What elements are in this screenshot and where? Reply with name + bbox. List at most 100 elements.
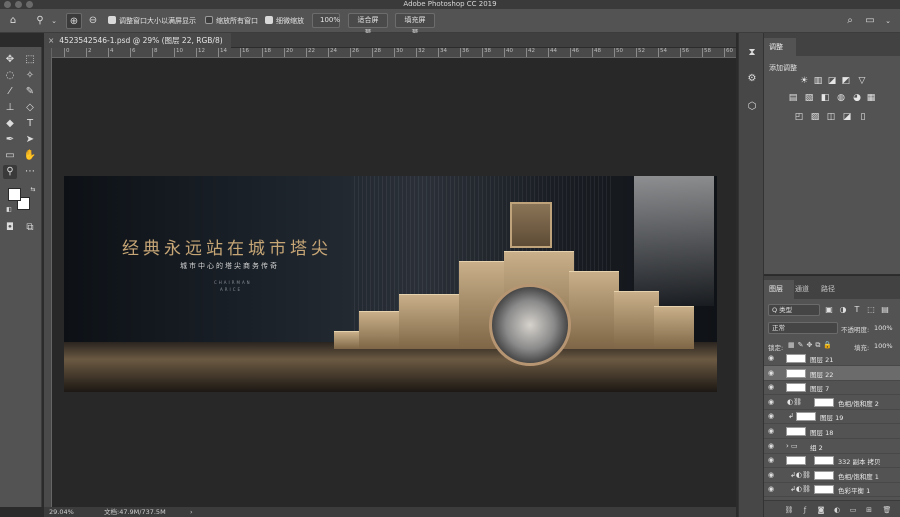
visibility-eye-icon[interactable]: ◉ xyxy=(768,383,774,391)
link-layers-icon[interactable]: ⛓ xyxy=(784,505,794,515)
layer-row[interactable]: ◉ 332 副本 拷贝 xyxy=(764,453,900,469)
adjustment-type-icon[interactable]: ▨ xyxy=(810,112,820,122)
new-layer-icon[interactable]: ⊞ xyxy=(864,505,874,515)
3d-panel-icon[interactable]: ⬡ xyxy=(744,99,760,115)
zoom-level[interactable]: 29.04% xyxy=(49,507,74,517)
filter-type-icon[interactable]: T xyxy=(852,305,862,315)
adjustment-type-icon[interactable]: ◕ xyxy=(852,93,862,103)
adjustment-type-icon[interactable]: ◪ xyxy=(827,76,837,86)
magic-wand-tool-icon[interactable]: ✧ xyxy=(23,69,37,83)
layer-name[interactable]: 图层 19 xyxy=(820,412,843,422)
history-panel-icon[interactable]: ⧗ xyxy=(744,45,760,61)
layer-row[interactable]: ◉ › ▭ 组 2 xyxy=(764,439,900,454)
adjustment-type-icon[interactable]: ▽ xyxy=(857,76,867,86)
default-colors-icon[interactable]: ◧ xyxy=(2,203,16,217)
filter-shape-icon[interactable]: ⬚ xyxy=(866,305,876,315)
lasso-tool-icon[interactable]: ◌ xyxy=(3,69,17,83)
layer-name[interactable]: 图层 21 xyxy=(810,354,833,364)
layer-thumbnail[interactable] xyxy=(796,412,816,422)
adjustment-type-icon[interactable]: ▤ xyxy=(788,93,798,103)
blend-mode-select[interactable]: 正常 xyxy=(768,322,838,334)
visibility-eye-icon[interactable]: ◉ xyxy=(768,456,774,464)
layer-thumbnail[interactable] xyxy=(786,368,806,378)
opacity-input[interactable]: 100% xyxy=(874,324,893,332)
filter-pixel-icon[interactable]: ▣ xyxy=(824,305,834,315)
visibility-eye-icon[interactable]: ◉ xyxy=(768,442,774,450)
layer-row[interactable]: ◉ ◐⛓ 色相/饱和度 2 xyxy=(764,395,900,410)
eraser-tool-icon[interactable]: ◇ xyxy=(23,101,37,115)
layer-mask-thumbnail[interactable] xyxy=(814,485,834,495)
adjustment-type-icon[interactable]: ☀ xyxy=(799,76,809,86)
artwork-banner[interactable]: 经典永远站在城市塔尖 城市中心的塔尖商务传奇 CHAIRMAN ARICE xyxy=(64,176,717,392)
close-tab-icon[interactable]: × xyxy=(48,36,54,45)
move-tool-icon[interactable]: ✥ xyxy=(3,53,17,67)
zoom-100-button[interactable]: 100% xyxy=(312,13,340,28)
screen-mode-icon[interactable]: ⧉ xyxy=(23,221,37,235)
home-icon[interactable]: ⌂ xyxy=(5,13,21,29)
status-menu-arrow[interactable]: › xyxy=(190,507,193,517)
adjustment-type-icon[interactable]: ▦ xyxy=(866,93,876,103)
document-tab[interactable]: × 4523542546-1.psd @ 29% (图层 22, RGB/8) xyxy=(44,33,231,48)
adjustment-type-icon[interactable]: ◍ xyxy=(836,93,846,103)
layer-row[interactable]: ◉ ↲◐⛓ 色彩平衡 1 xyxy=(764,482,900,498)
type-tool-icon[interactable]: T xyxy=(23,117,37,131)
adjustment-type-icon[interactable]: ▥ xyxy=(813,76,823,86)
pen-tool-icon[interactable]: ✒ xyxy=(3,133,17,147)
layer-mask-thumbnail[interactable] xyxy=(814,470,834,480)
visibility-eye-icon[interactable]: ◉ xyxy=(768,398,774,406)
layer-thumbnail[interactable] xyxy=(786,383,806,393)
adjustment-type-icon[interactable]: ◩ xyxy=(841,76,851,86)
zoom-all-windows-checkbox[interactable] xyxy=(205,16,213,24)
tab-adjustments[interactable]: 调整 xyxy=(769,42,783,52)
marquee-tool-icon[interactable]: ⬚ xyxy=(23,53,37,67)
visibility-eye-icon[interactable]: ◉ xyxy=(768,471,774,479)
path-select-tool-icon[interactable]: ➤ xyxy=(23,133,37,147)
adjustment-type-icon[interactable]: ▧ xyxy=(804,93,814,103)
layer-row[interactable]: ◉ 图层 21 xyxy=(764,351,900,366)
paint-bucket-tool-icon[interactable]: ◆ xyxy=(3,117,17,131)
layer-thumbnail[interactable] xyxy=(786,354,806,363)
resize-windows-checkbox[interactable] xyxy=(108,16,116,24)
layer-style-icon[interactable]: ƒ xyxy=(800,505,810,515)
shape-tool-icon[interactable]: ▭ xyxy=(3,149,17,163)
layer-filter-select[interactable]: Q 类型 xyxy=(768,304,820,316)
delete-layer-icon[interactable]: 🗑 xyxy=(882,505,892,515)
stamp-tool-icon[interactable]: ⊥ xyxy=(3,101,17,115)
tab-layers[interactable]: 图层 xyxy=(769,284,783,294)
search-icon[interactable]: ⌕ xyxy=(842,13,858,29)
adjustment-type-icon[interactable]: ◫ xyxy=(826,112,836,122)
visibility-eye-icon[interactable]: ◉ xyxy=(768,427,774,435)
new-group-icon[interactable]: ▭ xyxy=(848,505,858,515)
layer-thumbnail[interactable] xyxy=(786,427,806,436)
visibility-eye-icon[interactable]: ◉ xyxy=(768,412,774,420)
more-tools-icon[interactable]: ⋯ xyxy=(23,165,37,179)
zoom-out-icon[interactable]: ⊖ xyxy=(85,13,101,29)
new-adjustment-icon[interactable]: ◐ xyxy=(832,505,842,515)
workspace-chevron-icon[interactable]: ⌄ xyxy=(880,13,896,29)
layer-name[interactable]: 332 副本 拷贝 xyxy=(838,456,881,466)
layer-name[interactable]: 色彩平衡 1 xyxy=(838,485,870,495)
zoom-tool-icon[interactable]: ⚲ xyxy=(3,165,17,179)
layer-name[interactable]: 组 2 xyxy=(810,442,823,452)
layer-thumbnail[interactable] xyxy=(786,456,806,466)
layer-row[interactable]: ◉ 图层 18 xyxy=(764,424,900,439)
layer-row[interactable]: ◉ 图层 7 xyxy=(764,380,900,396)
visibility-eye-icon[interactable]: ◉ xyxy=(768,354,774,362)
zoom-in-icon[interactable]: ⊕ xyxy=(66,13,82,29)
layer-name[interactable]: 色相/饱和度 1 xyxy=(838,471,879,481)
scrubby-zoom-option[interactable]: 细微缩放 xyxy=(265,14,304,28)
hand-tool-icon[interactable]: ✋ xyxy=(23,149,37,163)
adjustment-type-icon[interactable]: ▯ xyxy=(858,112,868,122)
fit-screen-button[interactable]: 适合屏幕 xyxy=(348,13,388,37)
properties-panel-icon[interactable]: ⚙ xyxy=(744,71,760,87)
filter-adjustment-icon[interactable]: ◑ xyxy=(838,305,848,315)
tab-paths[interactable]: 路径 xyxy=(821,284,835,294)
layer-row[interactable]: ◉ ↲◐⛓ 色相/饱和度 1 xyxy=(764,468,900,483)
group-folder-icon[interactable]: › ▭ xyxy=(786,442,798,450)
resize-windows-option[interactable]: 调整窗口大小以满屏显示 xyxy=(108,14,196,28)
filter-smart-object-icon[interactable]: ▤ xyxy=(880,305,890,315)
adjustment-type-icon[interactable]: ◧ xyxy=(820,93,830,103)
add-mask-icon[interactable]: ◙ xyxy=(816,505,826,515)
quick-mask-icon[interactable]: ◘ xyxy=(3,221,17,235)
vertical-ruler[interactable] xyxy=(44,48,52,507)
